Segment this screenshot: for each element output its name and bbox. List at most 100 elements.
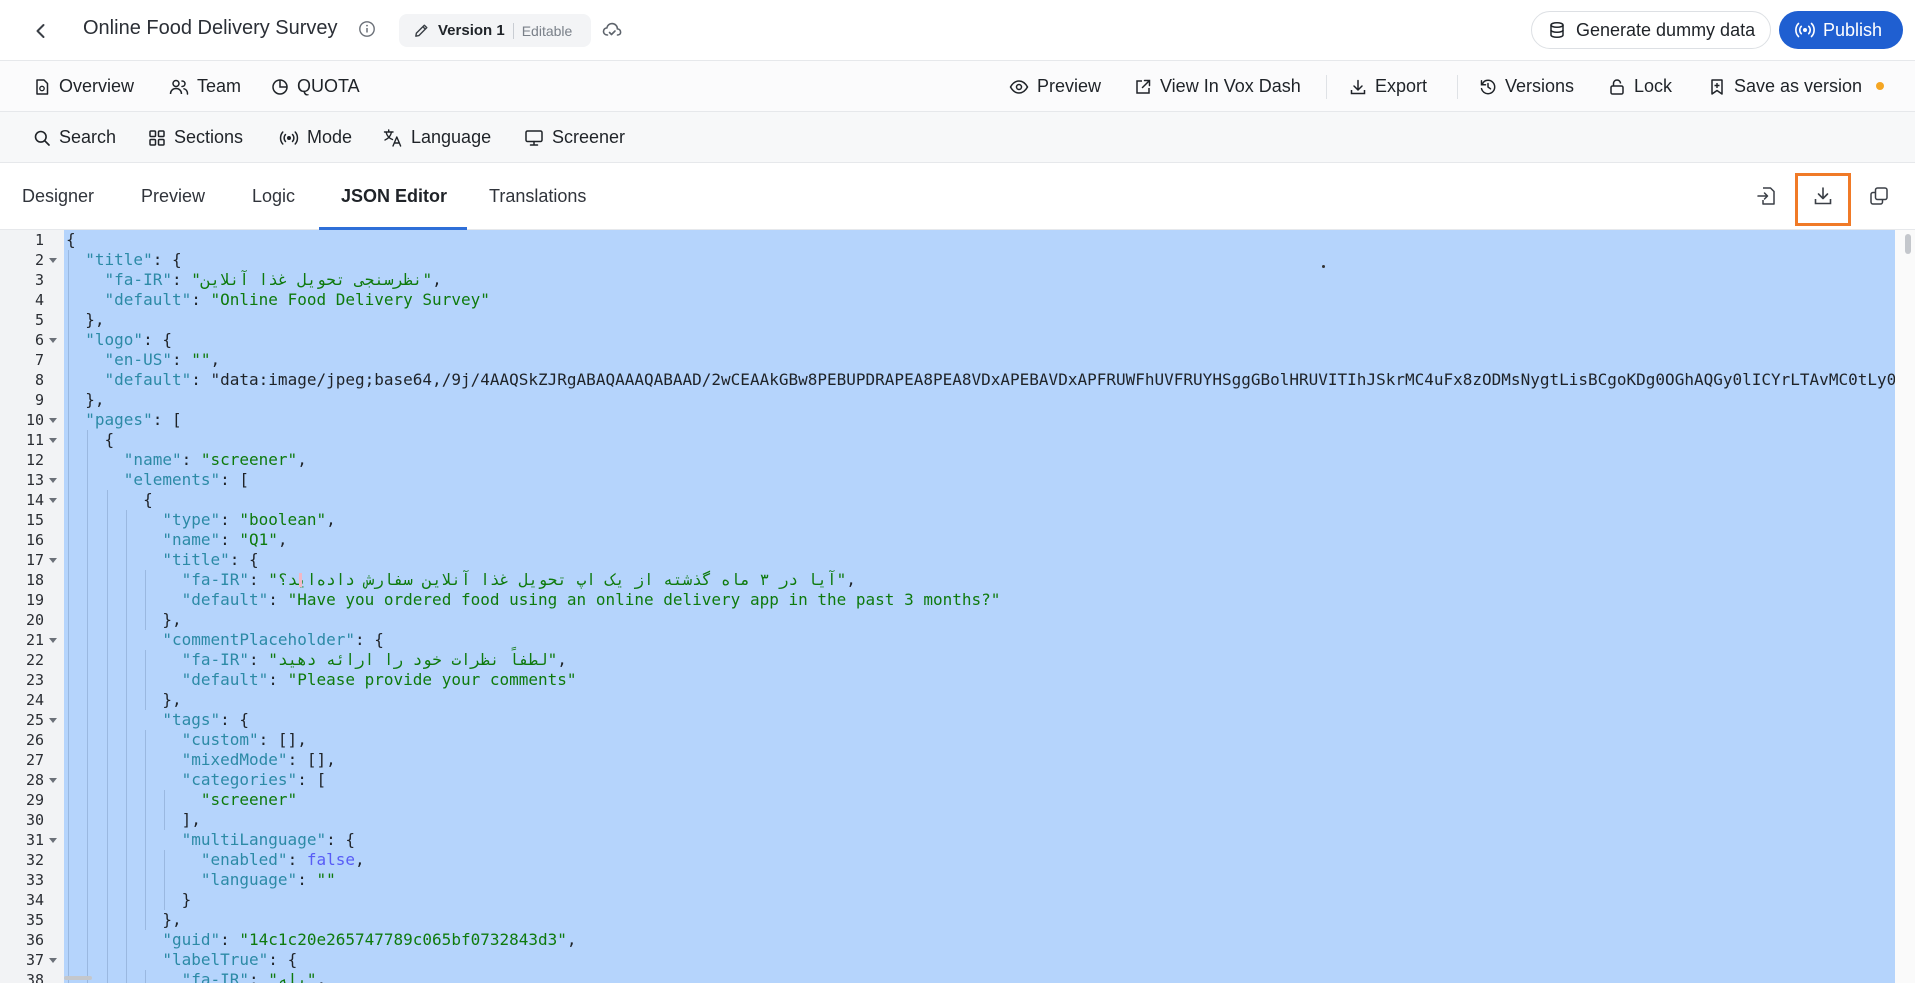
eye-icon xyxy=(1009,79,1029,94)
external-link-icon xyxy=(1136,79,1151,94)
fold-toggle-icon[interactable] xyxy=(49,958,57,963)
nav-save-as-version-label: Save as version xyxy=(1734,76,1863,96)
version-label: Version 1 xyxy=(438,22,505,39)
fold-toggle-icon[interactable] xyxy=(49,838,57,843)
code-line: }, xyxy=(66,910,182,929)
nav-save-as-version[interactable]: Save as version xyxy=(1708,61,1862,112)
nav-overview[interactable]: Overview xyxy=(33,61,134,112)
vertical-scrollbar-thumb[interactable] xyxy=(1905,234,1911,254)
code-line: "fa-IR": "بله", xyxy=(181,970,327,983)
fold-toggle-icon[interactable] xyxy=(49,418,57,423)
search-icon xyxy=(34,130,50,146)
fold-toggle-icon[interactable] xyxy=(49,438,57,443)
line-number: 6 xyxy=(34,331,44,349)
unsaved-indicator-dot xyxy=(1876,82,1884,90)
nav-lock-label: Lock xyxy=(1634,76,1673,96)
nav-versions[interactable]: Versions xyxy=(1479,61,1574,112)
publish-button[interactable]: Publish xyxy=(1779,11,1903,49)
toolbar-sections-label: Sections xyxy=(174,127,244,147)
toolbar-search[interactable]: Search xyxy=(33,112,116,163)
fold-toggle-icon[interactable] xyxy=(49,718,57,723)
code-line: ], xyxy=(66,810,201,829)
top-header: Online Food Delivery Survey Version 1 Ed… xyxy=(0,0,1915,61)
code-line: "default": "Have you ordered food using … xyxy=(181,590,1001,609)
code-line: "fa-IR": "نظرسنجی تحویل غذا آنلاین", xyxy=(104,270,442,289)
generate-dummy-data-button[interactable]: Generate dummy data xyxy=(1531,11,1771,49)
pencil-icon xyxy=(415,24,428,37)
code-line: "categories": [ xyxy=(181,770,327,789)
line-number: 28 xyxy=(25,771,44,789)
nav-preview-label: Preview xyxy=(1037,76,1102,96)
monitor-icon xyxy=(525,129,543,146)
nav-divider xyxy=(1457,75,1458,99)
nav-lock[interactable]: Lock xyxy=(1608,61,1672,112)
toolbar-sections[interactable]: Sections xyxy=(148,112,243,163)
toolbar-mode[interactable]: Mode xyxy=(279,112,352,163)
code-line: }, xyxy=(66,690,182,709)
version-status: Editable xyxy=(521,22,573,39)
code-line: { xyxy=(66,230,76,249)
code-line: "multiLanguage": { xyxy=(181,830,355,849)
fold-toggle-icon[interactable] xyxy=(49,498,57,503)
json-code-editor[interactable]: 1 2 3 4 5 6 7 8 9 10 11 12 13 14 15 16 17 18 19 20 21 22 23 24 2… xyxy=(0,230,1915,983)
code-line: "enabled": false, xyxy=(200,850,365,869)
fold-toggle-icon[interactable] xyxy=(49,638,57,643)
line-number: 27 xyxy=(25,751,44,769)
fold-toggle-icon[interactable] xyxy=(49,478,57,483)
nav-versions-label: Versions xyxy=(1505,76,1575,96)
cloud-sync-icon[interactable] xyxy=(601,19,623,41)
nav-view-in-vox-dash[interactable]: View In Vox Dash xyxy=(1134,61,1301,112)
survey-title: Online Food Delivery Survey xyxy=(83,17,338,39)
code-line: "tags": { xyxy=(162,710,250,729)
nav-quota[interactable]: QUOTA xyxy=(271,61,360,112)
nav-overview-label: Overview xyxy=(59,76,135,96)
import-json-button[interactable] xyxy=(1751,181,1781,211)
tab-json-editor[interactable]: JSON Editor xyxy=(341,163,447,230)
line-number: 15 xyxy=(25,511,44,529)
tab-logic[interactable]: Logic xyxy=(252,163,295,230)
text-cursor-mark xyxy=(299,573,302,587)
tab-preview[interactable]: Preview xyxy=(141,163,205,230)
horizontal-scrollbar-thumb[interactable] xyxy=(64,976,92,980)
line-number: 2 xyxy=(34,251,44,269)
tab-translations[interactable]: Translations xyxy=(489,163,586,230)
line-number: 9 xyxy=(34,391,44,409)
fold-toggle-icon[interactable] xyxy=(49,338,57,343)
code-line: }, xyxy=(66,390,105,409)
fold-toggle-icon[interactable] xyxy=(49,778,57,783)
vertical-scrollbar[interactable] xyxy=(1895,230,1915,983)
fold-toggle-icon[interactable] xyxy=(49,558,57,563)
toolbar-mode-label: Mode xyxy=(307,127,353,147)
lock-icon xyxy=(1610,78,1624,95)
nav-export[interactable]: Export xyxy=(1349,61,1427,112)
fold-toggle-icon[interactable] xyxy=(49,258,57,263)
download-highlight-box xyxy=(1795,173,1851,226)
line-number: 8 xyxy=(34,371,44,389)
copy-json-button[interactable] xyxy=(1864,181,1894,211)
code-line: "default": "data:image/jpeg;base64,/9j/4… xyxy=(104,370,1906,389)
toolbar-language[interactable]: Language xyxy=(383,112,491,163)
line-number: 22 xyxy=(25,651,44,669)
nav-team[interactable]: Team xyxy=(169,61,241,112)
nav-preview[interactable]: Preview xyxy=(1009,61,1101,112)
tab-designer[interactable]: Designer xyxy=(22,163,94,230)
editor-toolbar: Search Sections Mode Language Screener xyxy=(0,112,1915,163)
toolbar-screener[interactable]: Screener xyxy=(524,112,625,163)
version-chip[interactable]: Version 1 Editable xyxy=(399,14,591,47)
line-number: 13 xyxy=(25,471,44,489)
radio-waves-icon xyxy=(279,130,299,145)
line-number: 31 xyxy=(25,831,44,849)
main-nav: Overview Team QUOTA Preview View In Vox … xyxy=(0,61,1915,112)
nav-quota-label: QUOTA xyxy=(297,76,360,96)
toolbar-screener-label: Screener xyxy=(552,127,626,147)
info-icon[interactable] xyxy=(358,20,376,38)
line-number: 11 xyxy=(25,431,44,449)
line-number: 25 xyxy=(25,711,44,729)
publish-label: Publish xyxy=(1823,19,1883,40)
back-button[interactable] xyxy=(26,16,56,46)
history-icon xyxy=(1480,79,1496,94)
line-number: 29 xyxy=(25,791,44,809)
download-icon xyxy=(1350,79,1366,94)
code-line: "language": "" xyxy=(200,870,336,889)
nav-divider xyxy=(1326,75,1327,99)
